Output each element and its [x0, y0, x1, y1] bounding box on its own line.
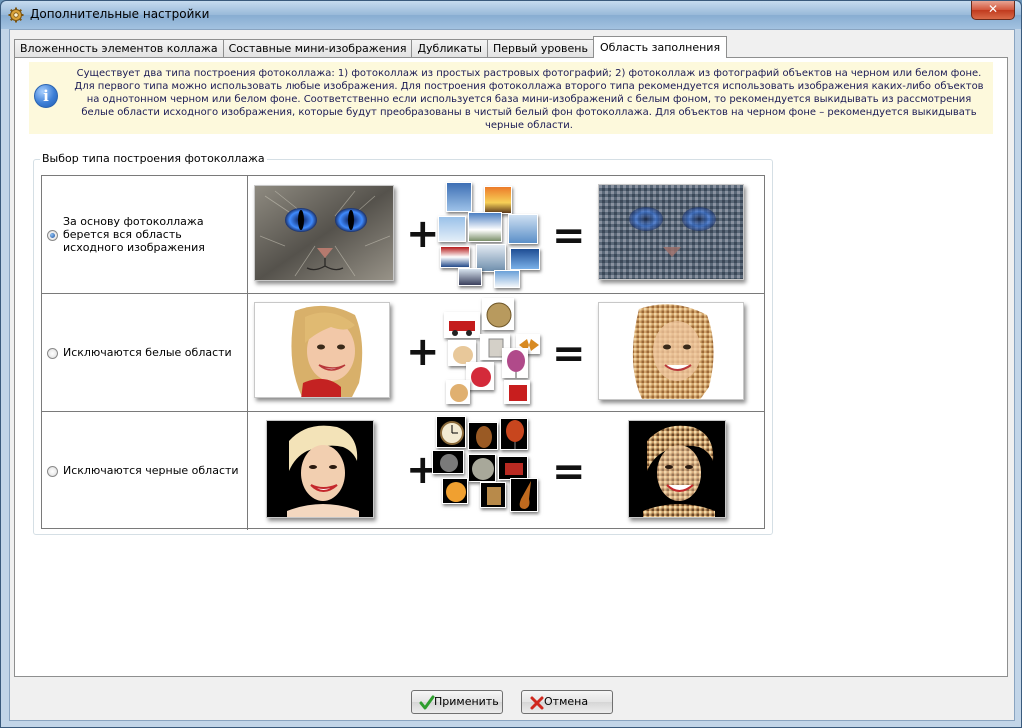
source-image-cat: [254, 185, 394, 281]
tab-fill-area[interactable]: Область заполнения: [592, 36, 728, 58]
radio-label-full-area: За основу фотоколлажа берется вся област…: [63, 215, 205, 254]
option-cell[interactable]: За основу фотоколлажа берется вся област…: [42, 176, 248, 293]
plus-sign: +: [406, 211, 440, 257]
title-bar[interactable]: Дополнительные настройки ✕: [1, 1, 1021, 29]
window-title: Дополнительные настройки: [30, 7, 210, 21]
apply-button-label: Применить: [434, 695, 499, 708]
thumbnails-objects-white: [442, 298, 542, 408]
source-image-woman: [254, 302, 390, 398]
radio-exclude-white[interactable]: [47, 348, 58, 359]
thumbnails-landscapes: [438, 182, 542, 288]
tab-duplicates[interactable]: Дубликаты: [411, 39, 488, 58]
option-row-black: Исключаются черные области + =: [42, 412, 764, 530]
radio-full-area[interactable]: [47, 230, 58, 241]
collage-type-table: За основу фотоколлажа берется вся област…: [41, 175, 765, 530]
result-image-marilyn-mosaic: [628, 420, 726, 518]
tab-strip: Вложенность элементов коллажа Составные …: [14, 36, 728, 58]
info-box: i Существует два типа построения фотокол…: [29, 62, 993, 134]
collage-type-group: Выбор типа построения фотоколлажа За осн…: [33, 152, 773, 535]
checkmark-icon: [419, 695, 435, 710]
option-row-full: За основу фотоколлажа берется вся област…: [42, 176, 764, 294]
apply-button[interactable]: Применить: [411, 690, 503, 714]
plus-sign: +: [406, 329, 440, 375]
cancel-button-label: Отмена: [544, 695, 589, 708]
radio-label-exclude-white: Исключаются белые области: [63, 346, 232, 359]
dialog-window: Дополнительные настройки ✕ Вложенность э…: [0, 0, 1022, 728]
result-image-cat-mosaic: [598, 184, 744, 280]
equals-sign: =: [552, 213, 586, 259]
info-icon: i: [34, 84, 58, 108]
result-image-woman-mosaic: [598, 302, 744, 400]
equals-sign: =: [552, 449, 586, 495]
close-button[interactable]: ✕: [971, 1, 1015, 20]
gear-icon: [8, 7, 24, 23]
tab-nesting[interactable]: Вложенность элементов коллажа: [14, 39, 224, 58]
equals-sign: =: [552, 331, 586, 377]
tab-first-level[interactable]: Первый уровень: [486, 39, 594, 58]
dialog-client: Вложенность элементов коллажа Составные …: [9, 29, 1015, 721]
radio-exclude-black[interactable]: [47, 466, 58, 477]
option-cell[interactable]: Исключаются белые области: [42, 294, 248, 411]
option-cell[interactable]: Исключаются черные области: [42, 412, 248, 530]
group-label: Выбор типа построения фотоколлажа: [40, 152, 267, 165]
cancel-button[interactable]: Отмена: [521, 690, 613, 714]
thumbnails-objects-black: [432, 416, 542, 526]
info-text: Существует два типа построения фотоколла…: [74, 68, 984, 131]
tab-composite-thumbnails[interactable]: Составные мини-изображения: [222, 39, 413, 58]
option-row-white: Исключаются белые области + =: [42, 294, 764, 412]
tab-panel-fill-area: i Существует два типа построения фотокол…: [14, 57, 1008, 677]
source-image-marilyn: [266, 420, 374, 518]
radio-label-exclude-black: Исключаются черные области: [63, 464, 239, 477]
cross-icon: [530, 696, 544, 710]
